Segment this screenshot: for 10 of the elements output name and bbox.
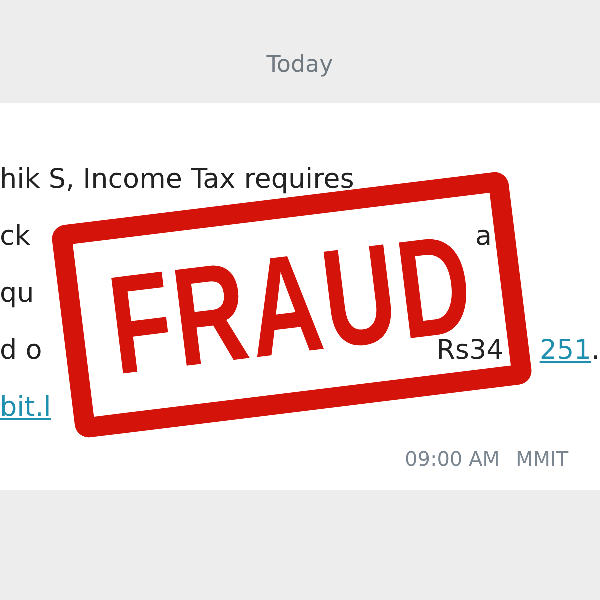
message-link[interactable]: bit.l (0, 379, 52, 436)
sender-name: MMIT (516, 447, 569, 471)
message-text: a (475, 220, 492, 254)
message-text: ck (0, 220, 30, 254)
message-text: qu (0, 277, 34, 311)
message-time: 09:00 AM (405, 447, 500, 471)
message-link[interactable]: 251 (540, 322, 592, 379)
message-text: . (591, 334, 600, 368)
message-text: d o (0, 334, 42, 368)
date-divider: Today (266, 51, 334, 80)
